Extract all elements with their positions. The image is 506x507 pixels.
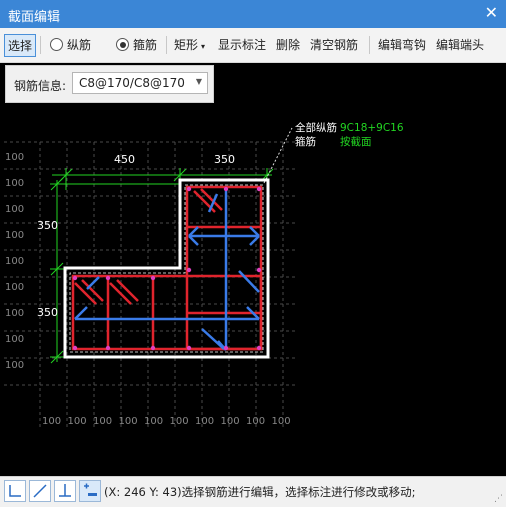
rebar-info-value: C8@170/C8@170 <box>79 76 185 90</box>
grid-label-x: 100 <box>93 416 112 427</box>
rebar-point[interactable] <box>256 186 262 192</box>
status-coords: (X: 246 Y: 43) <box>104 485 182 499</box>
stirrup-label: 箍筋 <box>133 38 158 52</box>
dim-left-lower[interactable]: 350 <box>37 306 58 319</box>
grid-label-x: 100 <box>170 416 189 427</box>
grid-label-x: 100 <box>221 416 240 427</box>
resize-grip-icon[interactable]: ⋰ <box>494 494 503 504</box>
grid-label-x: 100 <box>119 416 138 427</box>
shape-label: 矩形 <box>174 38 199 52</box>
dimension-lines <box>50 168 274 364</box>
status-message: 选择钢筋进行编辑，选择标注进行修改或移动; <box>181 485 416 499</box>
grid-label-y: 100 <box>5 360 24 371</box>
angle-icon[interactable] <box>54 480 76 502</box>
grid-label-y: 100 <box>5 282 24 293</box>
grid-label-y: 100 <box>5 204 24 215</box>
clear-rebar-button[interactable]: 清空钢筋 <box>310 36 358 53</box>
toolbar: 选择 纵筋 箍筋 矩形 ▾ 显示标注 删除 清空钢筋 编辑弯钩 编辑端头 <box>0 28 506 63</box>
rebar-info-panel: 钢筋信息: C8@170/C8@170 ▼ <box>5 65 214 103</box>
rebar-info-label: 钢筋信息: <box>14 79 67 93</box>
rebar-point[interactable] <box>150 275 156 281</box>
draw-line-icon[interactable] <box>29 480 51 502</box>
longitudinal-radio[interactable]: 纵筋 <box>50 36 91 53</box>
toolbar-separator <box>40 36 41 54</box>
grid-label-y: 100 <box>5 152 24 163</box>
rebar-point[interactable] <box>186 267 192 273</box>
status-text: (X: 246 Y: 43)选择钢筋进行编辑，选择标注进行修改或移动; <box>104 484 416 500</box>
window-title: 截面编辑 <box>8 10 61 25</box>
grid-label-y: 100 <box>5 230 24 241</box>
grid-label-y: 100 <box>5 308 24 319</box>
chevron-down-icon: ▼ <box>195 77 202 86</box>
legend-all-label: 全部纵筋 <box>295 121 337 134</box>
rebar-point[interactable] <box>72 345 78 351</box>
legend-stirrup-label: 箍筋 <box>295 135 316 148</box>
toolbar-separator <box>369 36 370 54</box>
rebar-info-select[interactable]: C8@170/C8@170 ▼ <box>72 72 208 94</box>
rebar-point[interactable] <box>105 275 111 281</box>
delete-button[interactable]: 删除 <box>276 36 300 53</box>
add-point-icon[interactable] <box>79 480 101 502</box>
grid-label-y: 100 <box>5 256 24 267</box>
grid-label-x: 100 <box>42 416 61 427</box>
title-bar: 截面编辑 ✕ <box>0 0 506 28</box>
radio-selected-icon <box>116 38 129 51</box>
status-bar: (X: 246 Y: 43)选择钢筋进行编辑，选择标注进行修改或移动; ⋰ <box>0 476 506 507</box>
radio-icon <box>50 38 63 51</box>
edit-end-button[interactable]: 编辑端头 <box>436 36 484 53</box>
rebar-point[interactable] <box>256 267 262 273</box>
longitudinal-label: 纵筋 <box>67 38 92 52</box>
edit-hook-button[interactable]: 编辑弯钩 <box>378 36 426 53</box>
grid-label-x: 100 <box>68 416 87 427</box>
dim-top-left[interactable]: 450 <box>114 153 135 166</box>
snap-orthogonal-icon[interactable] <box>4 480 26 502</box>
section-outline[interactable] <box>63 178 270 359</box>
shape-dropdown[interactable]: 矩形 ▾ <box>174 36 205 53</box>
dropdown-arrow-icon: ▾ <box>201 42 206 51</box>
close-icon[interactable]: ✕ <box>485 4 498 22</box>
rebar-point[interactable] <box>186 186 192 192</box>
rebar-point[interactable] <box>186 345 192 351</box>
show-annotation-button[interactable]: 显示标注 <box>218 36 266 53</box>
rebar-point[interactable] <box>256 345 262 351</box>
grid-label-x: 100 <box>144 416 163 427</box>
grid-label-y: 100 <box>5 334 24 345</box>
rebar-point[interactable] <box>223 345 229 351</box>
rebar-point[interactable] <box>105 345 111 351</box>
stirrup-radio[interactable]: 箍筋 <box>116 36 157 53</box>
grid-labels: 100 100 100 100 100 100 100 100 100 100 100 100 100 1… <box>5 152 291 427</box>
rebar-point[interactable] <box>72 275 78 281</box>
grid-label-y: 100 <box>5 178 24 189</box>
dim-left-upper[interactable]: 350 <box>37 219 58 232</box>
select-button[interactable]: 选择 <box>4 34 37 57</box>
grid-label-x: 100 <box>195 416 214 427</box>
toolbar-separator <box>166 36 167 54</box>
grid-label-x: 100 <box>246 416 265 427</box>
rebar-point[interactable] <box>223 186 229 192</box>
dim-top-right[interactable]: 350 <box>214 153 235 166</box>
legend-stirrup-value[interactable]: 按截面 <box>340 135 372 148</box>
legend-all-value[interactable]: 9C18+9C16 <box>340 122 404 134</box>
rebar-point[interactable] <box>150 345 156 351</box>
grid-label-x: 100 <box>272 416 291 427</box>
legend-leader <box>263 127 293 184</box>
